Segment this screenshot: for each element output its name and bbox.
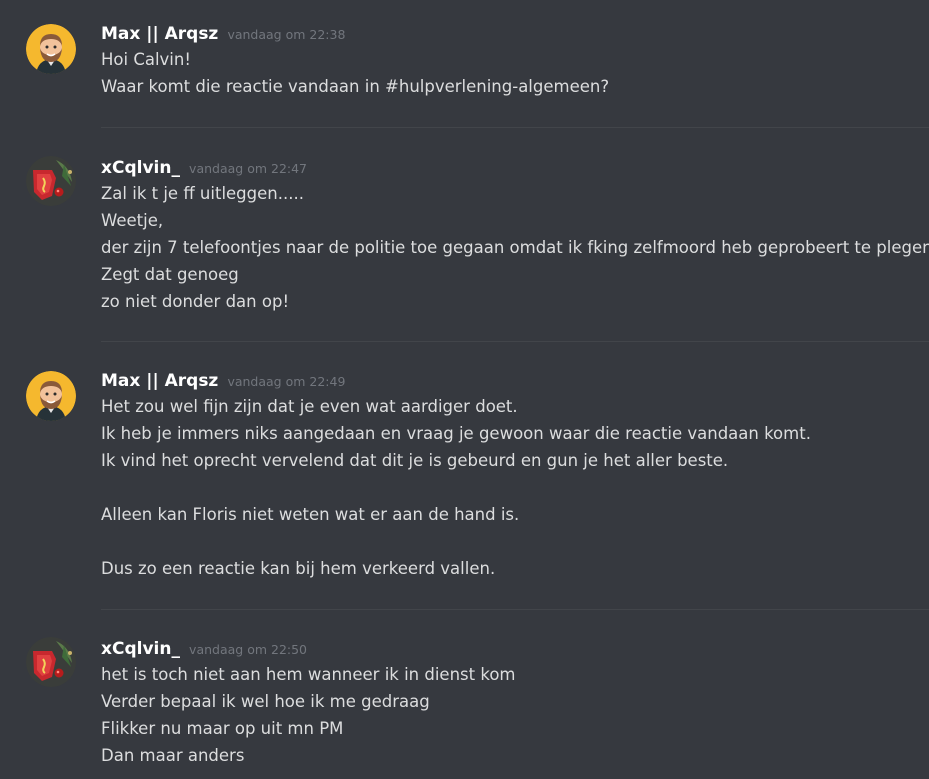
message-line: Verder bepaal ik wel hoe ik me gedraag [101,692,430,711]
avatar[interactable] [26,24,76,74]
message-line: het is toch niet aan hem wanneer ik in d… [101,665,516,684]
avatar[interactable] [26,637,76,687]
message-divider [101,609,929,610]
timestamp: vandaag om 22:47 [189,161,308,176]
username[interactable]: xCqlvin_ [101,158,180,178]
username[interactable]: Max || Arqsz [101,24,218,44]
fire-department-emblem-avatar-icon [26,156,76,206]
timestamp: vandaag om 22:50 [189,642,308,657]
message-content: Max || Arqsz vandaag om 22:49 Het zou we… [101,369,927,582]
message-line [101,474,927,501]
message-line: Weetje, [101,211,164,230]
avatar[interactable] [26,371,76,421]
message-line: der zijn 7 telefoontjes naar de politie … [101,238,929,257]
message-divider [101,127,929,128]
message-line: Waar komt die reactie vandaan in #hulpve… [101,77,610,96]
avatar[interactable] [26,156,76,206]
message-line: Dan maar anders [101,746,245,765]
message-divider [101,341,929,342]
message-line: Dus zo een reactie kan bij hem verkeerd … [101,559,496,578]
bearded-man-avatar-icon [26,371,76,421]
bearded-man-avatar-icon [26,24,76,74]
message-line: Alleen kan Floris niet weten wat er aan … [101,505,520,524]
message-line: Flikker nu maar op uit mn PM [101,719,344,738]
message-line: Hoi Calvin! [101,50,191,69]
message-line: Het zou wel fijn zijn dat je even wat aa… [101,397,518,416]
message-line: Zegt dat genoeg [101,265,239,284]
fire-department-emblem-avatar-icon [26,637,76,687]
message-content: xCqlvin_ vandaag om 22:47 Zal ik t je ff… [101,156,929,315]
message-header: Max || Arqsz vandaag om 22:49 [101,369,927,393]
message-line: Zal ik t je ff uitleggen..... [101,184,304,203]
username[interactable]: xCqlvin_ [101,639,180,659]
timestamp: vandaag om 22:38 [227,27,346,42]
message-line: Ik vind het oprecht vervelend dat dit je… [101,451,729,470]
message-header: Max || Arqsz vandaag om 22:38 [101,22,927,46]
message-line: Ik heb je immers niks aangedaan en vraag… [101,424,811,443]
message-line: zo niet donder dan op! [101,292,290,311]
message-line [101,528,927,555]
message-content: xCqlvin_ vandaag om 22:50 het is toch ni… [101,637,927,769]
timestamp: vandaag om 22:49 [227,374,346,389]
chat-messages: Max || Arqsz vandaag om 22:38 Hoi Calvin… [0,0,929,779]
username[interactable]: Max || Arqsz [101,371,218,391]
message-header: xCqlvin_ vandaag om 22:50 [101,637,927,661]
message-header: xCqlvin_ vandaag om 22:47 [101,156,927,180]
message-content: Max || Arqsz vandaag om 22:38 Hoi Calvin… [101,22,927,100]
